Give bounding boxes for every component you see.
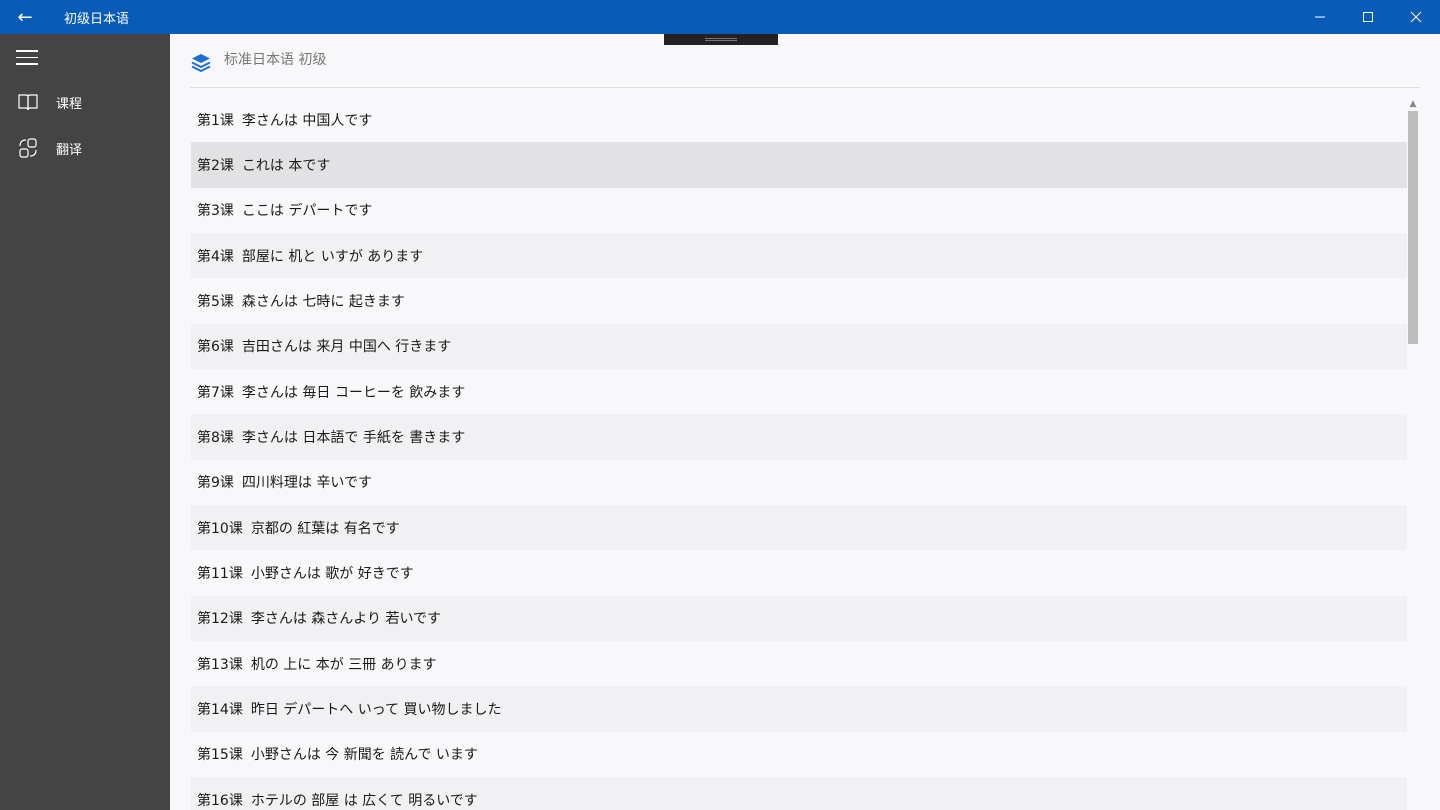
lesson-list-item[interactable]: 第16课 ホテルの 部屋 は 広くて 明るいです xyxy=(191,776,1407,810)
lesson-list-item[interactable]: 第13课 机の 上に 本が 三冊 あります xyxy=(191,641,1407,686)
grip-icon xyxy=(705,38,737,41)
lesson-number: 第8课 xyxy=(197,429,234,446)
lesson-title: ホテルの 部屋 は 広くて 明るいです xyxy=(250,792,478,809)
lesson-list-item[interactable]: 第3课 ここは デパートです xyxy=(191,188,1407,233)
section-header: 标准日本语 初级 xyxy=(190,52,1420,88)
lesson-number: 第14课 xyxy=(197,701,243,718)
lesson-number: 第1课 xyxy=(197,112,234,129)
back-button[interactable]: ← xyxy=(0,0,50,34)
lesson-title: 李さんは 森さんより 若いです xyxy=(250,611,442,628)
lesson-list: 第1课 李さんは 中国人です 第2课 これは 本です 第3课 ここは デパートです 第4课部… xyxy=(191,97,1407,810)
lesson-title: 森さんは 七時に 起きます xyxy=(241,293,405,310)
scroll-thumb[interactable] xyxy=(1408,111,1418,344)
lesson-list-item[interactable]: 第7课 李さんは 毎日 コーヒーを 飲みます xyxy=(191,369,1407,414)
layers-icon xyxy=(191,54,211,73)
lesson-title: 李さんは 日本語で 手紙を 書きます xyxy=(241,429,466,446)
lesson-number: 第6课 xyxy=(197,339,234,356)
lesson-list-item[interactable]: 第15课 小野さんは 今 新聞を 読んで います xyxy=(191,732,1407,777)
lesson-number: 第5课 xyxy=(197,293,234,310)
maximize-button[interactable] xyxy=(1344,0,1392,34)
sidebar-item-label: 翻译 xyxy=(56,142,83,158)
main-content: 标准日本语 初级 第1课 李さんは 中国人です 第2课 これは 本です 第3课 ここは デ… xyxy=(170,34,1440,810)
translate-icon xyxy=(19,138,37,158)
hamburger-icon-line xyxy=(16,56,38,58)
lesson-number: 第12课 xyxy=(197,611,243,628)
sidebar-item-courses[interactable]: 课程 xyxy=(0,82,170,122)
lesson-list-item[interactable]: 第6课 吉田さんは 来月 中国へ 行きます xyxy=(191,323,1407,369)
drag-handle[interactable] xyxy=(664,34,778,45)
hamburger-icon-line xyxy=(16,63,38,65)
sidebar: 课程 翻译 xyxy=(0,34,170,810)
close-icon xyxy=(1410,11,1422,23)
lesson-list-item[interactable]: 第8课 李さんは 日本語で 手紙を 書きます xyxy=(191,414,1407,460)
book-icon xyxy=(18,94,38,111)
lesson-title: これは 本です xyxy=(241,157,331,174)
sidebar-item-label: 课程 xyxy=(56,96,83,112)
lesson-number: 第7课 xyxy=(197,384,234,401)
hamburger-menu-button[interactable] xyxy=(16,50,38,65)
lesson-title: 昨日 デパートへ いって 買い物しました xyxy=(250,701,502,718)
lesson-title: 京都の 紅葉は 有名です xyxy=(250,520,400,537)
title-bar: ← 初级日本语 xyxy=(0,0,1440,34)
vertical-scrollbar[interactable]: ▲ xyxy=(1407,97,1419,810)
lesson-list-item[interactable]: 第9课 四川料理は 辛いです xyxy=(191,460,1407,505)
lesson-title: 吉田さんは 来月 中国へ 行きます xyxy=(241,339,452,356)
lesson-list-item[interactable]: 第12课 李さんは 森さんより 若いです xyxy=(191,595,1407,641)
lesson-title: 李さんは 中国人です xyxy=(241,112,373,129)
lesson-list-item[interactable]: 第1课 李さんは 中国人です xyxy=(191,97,1407,142)
lesson-number: 第13课 xyxy=(197,656,243,673)
lesson-list-item[interactable]: 第2课 これは 本です xyxy=(191,142,1407,188)
lesson-title: 李さんは 毎日 コーヒーを 飲みます xyxy=(241,384,466,401)
lesson-title: 机の 上に 本が 三冊 あります xyxy=(250,656,437,673)
lesson-number: 第16课 xyxy=(197,792,243,809)
app-title: 初级日本语 xyxy=(64,11,130,27)
scroll-up-icon[interactable]: ▲ xyxy=(1407,97,1419,111)
lesson-number: 第10课 xyxy=(197,520,243,537)
hamburger-icon-line xyxy=(16,50,38,52)
lesson-number: 第3课 xyxy=(197,203,234,220)
lesson-title: 小野さんは 今 新聞を 読んで います xyxy=(250,747,478,764)
lesson-title: ここは デパートです xyxy=(241,203,373,220)
lesson-title: 小野さんは 歌が 好きです xyxy=(250,565,414,582)
lesson-list-item[interactable]: 第11课 小野さんは 歌が 好きです xyxy=(191,550,1407,595)
lesson-list-item[interactable]: 第10课 京都の 紅葉は 有名です xyxy=(191,504,1407,551)
minimize-icon xyxy=(1315,16,1325,18)
lesson-number: 第4课 xyxy=(197,248,234,265)
back-arrow-icon: ← xyxy=(17,6,33,28)
lesson-number: 第9课 xyxy=(197,475,234,492)
lesson-list-item[interactable]: 第4课 部屋に 机と いすが あります xyxy=(191,232,1407,279)
lesson-number: 第2课 xyxy=(197,157,234,174)
lesson-title: 部屋に 机と いすが あります xyxy=(241,248,424,265)
maximize-icon xyxy=(1363,12,1373,22)
lesson-title: 四川料理は 辛いです xyxy=(241,475,372,492)
lesson-number: 第11课 xyxy=(197,565,243,582)
page-title: 标准日本语 初级 xyxy=(224,52,327,68)
lesson-list-item[interactable]: 第5课 森さんは 七時に 起きます xyxy=(191,278,1407,323)
sidebar-item-translate[interactable]: 翻译 xyxy=(0,128,170,168)
close-button[interactable] xyxy=(1392,0,1440,34)
minimize-button[interactable] xyxy=(1296,0,1344,34)
lesson-list-item[interactable]: 第14课 昨日 デパートへ いって 買い物しました xyxy=(191,686,1407,732)
lesson-number: 第15课 xyxy=(197,747,243,764)
